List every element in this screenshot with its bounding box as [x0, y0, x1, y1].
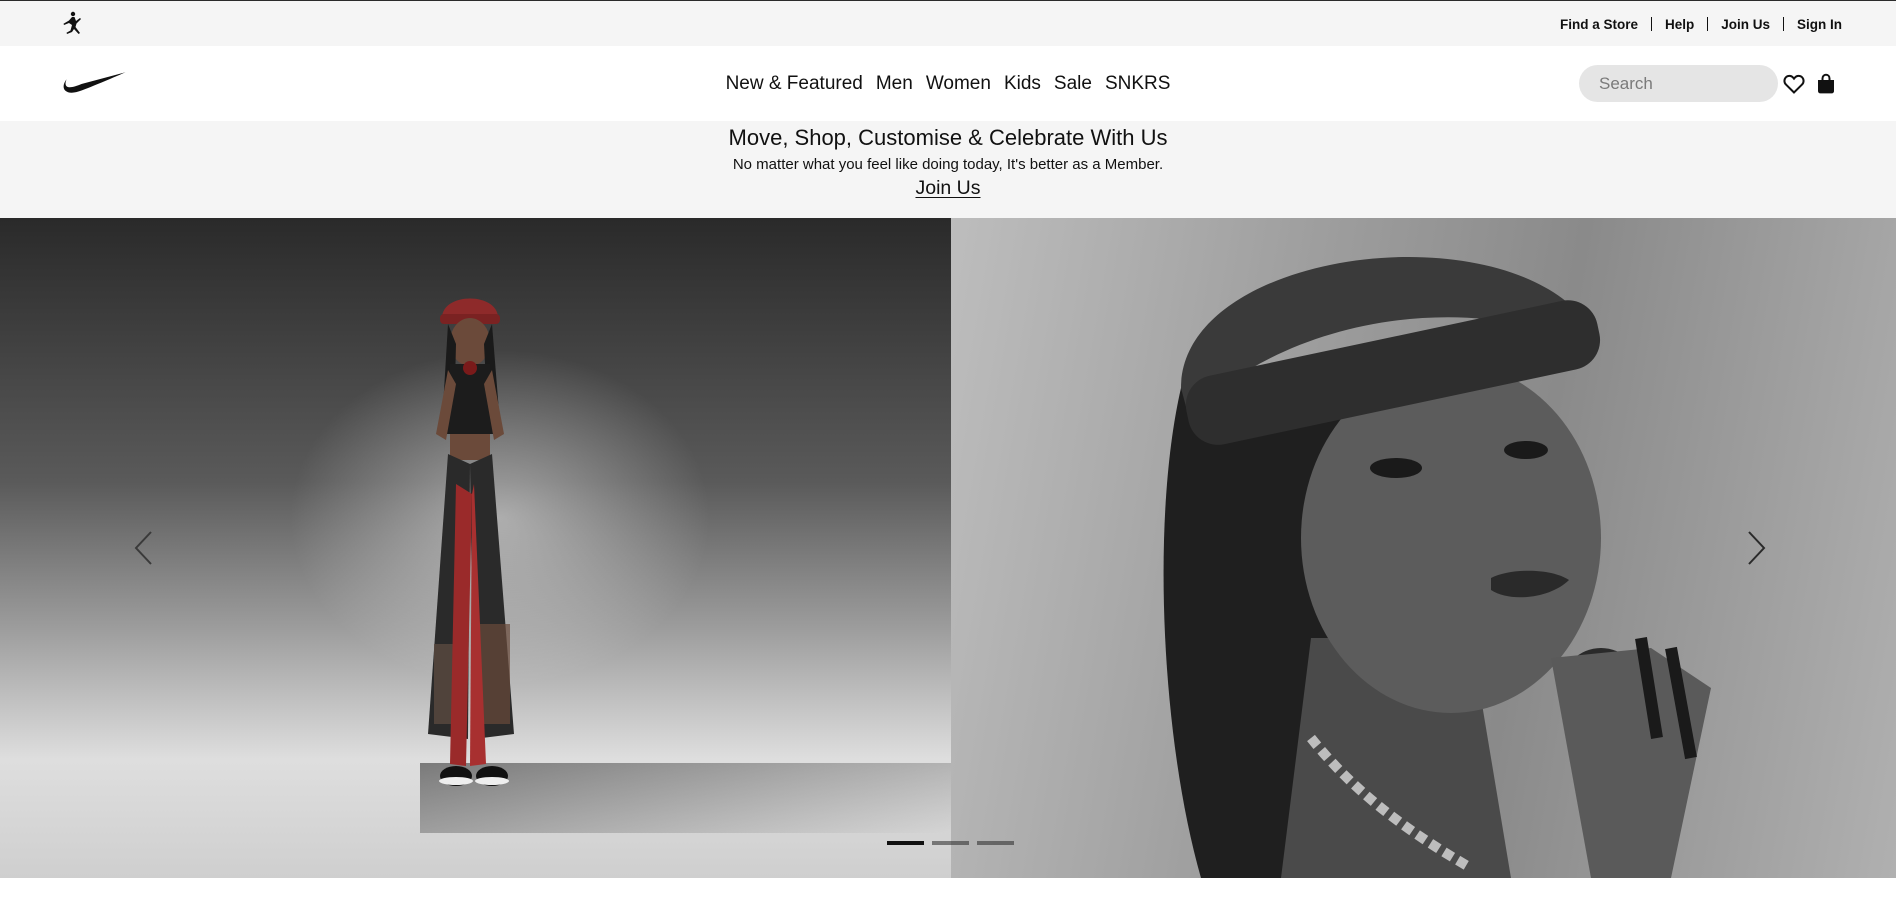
- sign-in-link[interactable]: Sign In: [1797, 17, 1842, 32]
- nav-item-snkrs[interactable]: SNKRS: [1098, 73, 1176, 95]
- carousel-dot-2[interactable]: [932, 841, 969, 845]
- nav-item-men[interactable]: Men: [869, 73, 919, 95]
- search-input[interactable]: [1597, 72, 1757, 95]
- chevron-left-icon[interactable]: [131, 528, 155, 568]
- find-store-link[interactable]: Find a Store: [1560, 17, 1638, 32]
- join-us-link[interactable]: Join Us: [1721, 17, 1770, 32]
- hero-figure-standing: [428, 298, 514, 786]
- shopping-bag-icon[interactable]: [1814, 72, 1838, 96]
- search-box[interactable]: [1579, 65, 1778, 102]
- main-navigation: New & Featured Men Women Kids Sale SNKRS: [0, 46, 1896, 121]
- nav-item-women[interactable]: Women: [919, 73, 997, 95]
- banner-title: Move, Shop, Customise & Celebrate With U…: [728, 125, 1168, 150]
- nike-swoosh-icon[interactable]: [62, 69, 126, 95]
- carousel-dot-1[interactable]: [887, 841, 924, 845]
- carousel-dot-3[interactable]: [977, 841, 1014, 845]
- divider: [1783, 17, 1784, 31]
- jordan-jumpman-icon[interactable]: [58, 11, 86, 37]
- banner-join-us-link[interactable]: Join Us: [915, 177, 980, 199]
- help-link[interactable]: Help: [1665, 17, 1694, 32]
- divider: [1650, 17, 1652, 31]
- nav-item-new-featured[interactable]: New & Featured: [719, 73, 869, 95]
- banner-subtitle: No matter what you feel like doing today…: [732, 156, 1164, 173]
- banner-join-us-wrapper: Join Us: [0, 177, 1896, 200]
- heart-icon[interactable]: [1782, 72, 1806, 96]
- chevron-right-icon[interactable]: [1745, 528, 1769, 568]
- nav-item-sale[interactable]: Sale: [1047, 73, 1098, 95]
- utility-links: Find a Store Help Join Us Sign In: [1560, 1, 1842, 47]
- hero-carousel: [0, 218, 1896, 878]
- carousel-dots: [887, 841, 1014, 845]
- utility-bar: Find a Store Help Join Us Sign In: [0, 0, 1896, 46]
- member-banner: Move, Shop, Customise & Celebrate With U…: [0, 121, 1896, 218]
- nav-item-kids[interactable]: Kids: [997, 73, 1047, 95]
- divider: [1707, 17, 1709, 31]
